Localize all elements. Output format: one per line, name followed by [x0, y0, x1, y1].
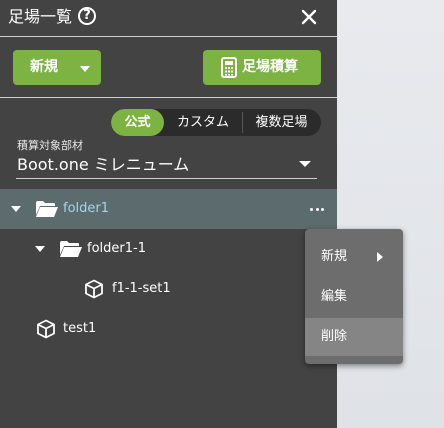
context-menu: 新規 編集 削除 — [305, 229, 403, 364]
folder-open-icon — [60, 241, 82, 257]
tree-item-f1-1-set1[interactable]: f1-1-set1 — [0, 269, 337, 309]
divider — [0, 97, 337, 98]
cube-icon — [37, 319, 55, 339]
close-icon[interactable] — [298, 6, 320, 28]
tab-multiple-scaffold[interactable]: 複数足場 — [242, 109, 321, 136]
menu-item-label: 編集 — [321, 289, 348, 304]
menu-item-delete[interactable]: 削除 — [305, 318, 403, 356]
panel-title: 足場一覧 — [8, 7, 73, 26]
folder-open-icon — [36, 201, 58, 217]
menu-item-label: 新規 — [321, 249, 348, 264]
scaffold-calculation-button[interactable]: 足場積算 — [203, 50, 321, 85]
tree-item-label: folder1 — [63, 201, 110, 216]
menu-item-new[interactable]: 新規 — [305, 238, 403, 276]
material-field-label: 積算対象部材 — [17, 139, 83, 152]
caret-down-icon — [80, 66, 90, 72]
submenu-arrow-icon — [377, 252, 383, 262]
menu-item-label: 削除 — [321, 329, 348, 344]
tree-item-label: folder1-1 — [87, 241, 146, 256]
new-button-label: 新規 — [30, 59, 58, 75]
expand-caret-icon[interactable] — [11, 206, 21, 212]
material-select[interactable]: Boot.one ミレニューム — [16, 152, 317, 179]
material-select-value: Boot.one ミレニューム — [17, 155, 190, 174]
scaffold-list-panel: 足場一覧 ? 新規 足場積算 公式 カスタム 複数足場 積算対象部材 Boot.… — [0, 0, 337, 428]
tree-item-label: f1-1-set1 — [112, 281, 171, 296]
calculator-icon — [221, 57, 237, 78]
cube-icon — [85, 279, 103, 299]
tree-item-folder1-1[interactable]: folder1-1 — [0, 229, 337, 269]
tree-item-folder1[interactable]: folder1 — [0, 189, 337, 229]
new-dropdown-button[interactable]: 新規 — [13, 50, 101, 85]
calc-button-label: 足場積算 — [242, 59, 298, 75]
more-options-icon[interactable] — [306, 198, 328, 220]
expand-caret-icon[interactable] — [35, 246, 45, 252]
caret-down-icon — [299, 161, 311, 167]
tree-item-label: test1 — [63, 321, 97, 336]
menu-item-edit[interactable]: 編集 — [305, 278, 403, 316]
tab-official[interactable]: 公式 — [111, 109, 164, 136]
tree-item-test1[interactable]: test1 — [0, 309, 337, 349]
tab-custom[interactable]: カスタム — [164, 109, 242, 136]
mode-segmented-control: 公式 カスタム 複数足場 — [111, 109, 321, 136]
panel-header: 足場一覧 ? — [0, 0, 337, 37]
help-icon[interactable]: ? — [78, 7, 96, 25]
